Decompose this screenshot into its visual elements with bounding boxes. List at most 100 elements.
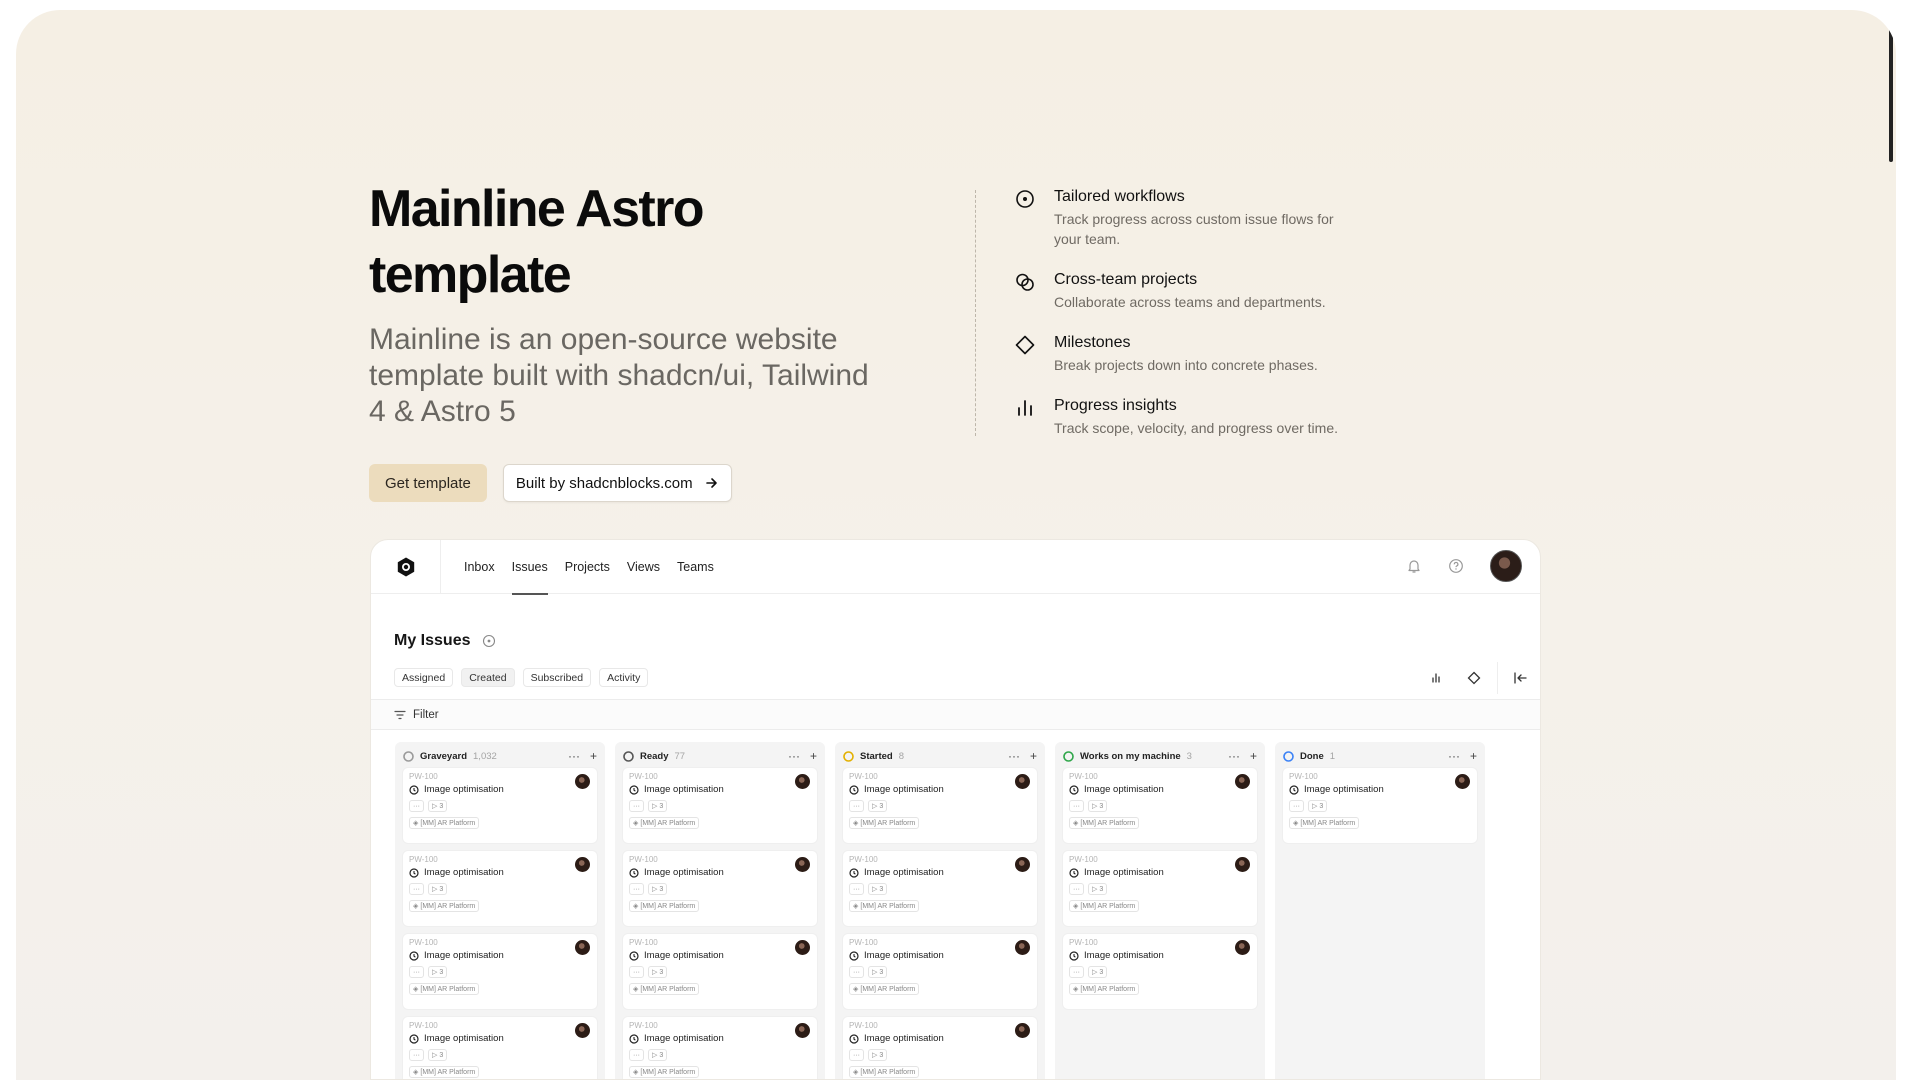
project-chip[interactable]: ◈ [MM] AR Platform xyxy=(629,817,700,829)
priority-chip[interactable]: ··· xyxy=(1069,800,1084,812)
priority-chip[interactable]: ··· xyxy=(409,883,424,895)
more-icon[interactable]: ··· xyxy=(1448,749,1460,763)
issue-card[interactable]: PW-100 Image optimisation ··· ▷ 3 ◈ [MM] AR Pl… xyxy=(623,934,817,1009)
issue-card[interactable]: PW-100 Image optimisation ··· ▷ 3 ◈ [MM] AR Pl… xyxy=(403,1017,597,1079)
subissue-chip[interactable]: ▷ 3 xyxy=(868,883,888,895)
insights-button[interactable] xyxy=(1417,672,1455,684)
subissue-chip[interactable]: ▷ 3 xyxy=(1088,966,1108,978)
project-chip[interactable]: ◈ [MM] AR Platform xyxy=(409,817,480,829)
more-icon[interactable]: ··· xyxy=(1228,749,1240,763)
subissue-chip[interactable]: ▷ 3 xyxy=(1088,883,1108,895)
tab-activity[interactable]: Activity xyxy=(599,668,649,687)
project-chip[interactable]: ◈ [MM] AR Platform xyxy=(1069,983,1140,995)
subissue-chip[interactable]: ▷ 3 xyxy=(648,800,668,812)
plus-icon[interactable]: + xyxy=(590,749,597,763)
assignee-avatar[interactable] xyxy=(795,940,810,955)
scrollbar-thumb[interactable] xyxy=(1889,10,1893,162)
project-chip[interactable]: ◈ [MM] AR Platform xyxy=(1069,900,1140,912)
issue-card[interactable]: PW-100 Image optimisation ··· ▷ 3 ◈ [MM] AR Pl… xyxy=(623,851,817,926)
project-chip[interactable]: ◈ [MM] AR Platform xyxy=(1069,817,1140,829)
assignee-avatar[interactable] xyxy=(795,774,810,789)
subissue-chip[interactable]: ▷ 3 xyxy=(868,1049,888,1061)
priority-chip[interactable]: ··· xyxy=(849,966,864,978)
assignee-avatar[interactable] xyxy=(575,857,590,872)
tab-assigned[interactable]: Assigned xyxy=(394,668,454,687)
filter-bar[interactable]: Filter xyxy=(371,699,1540,730)
more-icon[interactable]: ··· xyxy=(1008,749,1020,763)
assignee-avatar[interactable] xyxy=(575,940,590,955)
priority-chip[interactable]: ··· xyxy=(1069,883,1084,895)
issue-card[interactable]: PW-100 Image optimisation ··· ▷ 3 ◈ [MM] AR Pl… xyxy=(1063,934,1257,1009)
issue-card[interactable]: PW-100 Image optimisation ··· ▷ 3 ◈ [MM] AR Pl… xyxy=(843,768,1037,843)
project-chip[interactable]: ◈ [MM] AR Platform xyxy=(409,983,480,995)
issue-card[interactable]: PW-100 Image optimisation ··· ▷ 3 ◈ [MM] AR Pl… xyxy=(843,934,1037,1009)
issue-card[interactable]: PW-100 Image optimisation ··· ▷ 3 ◈ [MM] AR Pl… xyxy=(623,1017,817,1079)
subissue-chip[interactable]: ▷ 3 xyxy=(428,1049,448,1061)
info-circle-icon[interactable] xyxy=(482,634,496,648)
assignee-avatar[interactable] xyxy=(1235,857,1250,872)
project-chip[interactable]: ◈ [MM] AR Platform xyxy=(849,817,920,829)
collapse-panel-button[interactable] xyxy=(1502,672,1540,684)
priority-chip[interactable]: ··· xyxy=(849,1049,864,1061)
project-chip[interactable]: ◈ [MM] AR Platform xyxy=(1289,817,1360,829)
subissue-chip[interactable]: ▷ 3 xyxy=(648,1049,668,1061)
issue-card[interactable]: PW-100 Image optimisation ··· ▷ 3 ◈ [MM] AR Pl… xyxy=(1063,768,1257,843)
subissue-chip[interactable]: ▷ 3 xyxy=(1308,800,1328,812)
issue-card[interactable]: PW-100 Image optimisation ··· ▷ 3 ◈ [MM] AR Pl… xyxy=(403,768,597,843)
issue-card[interactable]: PW-100 Image optimisation ··· ▷ 3 ◈ [MM] AR Pl… xyxy=(403,934,597,1009)
project-chip[interactable]: ◈ [MM] AR Platform xyxy=(849,1066,920,1078)
assignee-avatar[interactable] xyxy=(1015,940,1030,955)
plus-icon[interactable]: + xyxy=(1470,749,1477,763)
project-chip[interactable]: ◈ [MM] AR Platform xyxy=(629,1066,700,1078)
assignee-avatar[interactable] xyxy=(1455,774,1470,789)
subissue-chip[interactable]: ▷ 3 xyxy=(428,800,448,812)
subissue-chip[interactable]: ▷ 3 xyxy=(868,800,888,812)
user-avatar[interactable] xyxy=(1490,550,1522,582)
project-chip[interactable]: ◈ [MM] AR Platform xyxy=(629,900,700,912)
subissue-chip[interactable]: ▷ 3 xyxy=(428,883,448,895)
tab-created[interactable]: Created xyxy=(461,668,515,687)
issue-card[interactable]: PW-100 Image optimisation ··· ▷ 3 ◈ [MM] AR Pl… xyxy=(1283,768,1477,843)
priority-chip[interactable]: ··· xyxy=(629,883,644,895)
nav-inbox[interactable]: Inbox xyxy=(464,540,495,594)
bell-icon[interactable] xyxy=(1406,558,1422,574)
more-icon[interactable]: ··· xyxy=(788,749,800,763)
assignee-avatar[interactable] xyxy=(1235,774,1250,789)
milestones-button[interactable] xyxy=(1455,671,1493,685)
assignee-avatar[interactable] xyxy=(795,857,810,872)
project-chip[interactable]: ◈ [MM] AR Platform xyxy=(849,983,920,995)
issue-card[interactable]: PW-100 Image optimisation ··· ▷ 3 ◈ [MM] AR Pl… xyxy=(843,851,1037,926)
nav-projects[interactable]: Projects xyxy=(565,540,610,594)
help-icon[interactable] xyxy=(1448,558,1464,574)
project-chip[interactable]: ◈ [MM] AR Platform xyxy=(409,1066,480,1078)
priority-chip[interactable]: ··· xyxy=(629,800,644,812)
subissue-chip[interactable]: ▷ 3 xyxy=(648,966,668,978)
priority-chip[interactable]: ··· xyxy=(1289,800,1304,812)
priority-chip[interactable]: ··· xyxy=(409,966,424,978)
more-icon[interactable]: ··· xyxy=(568,749,580,763)
nav-teams[interactable]: Teams xyxy=(677,540,714,594)
assignee-avatar[interactable] xyxy=(1235,940,1250,955)
plus-icon[interactable]: + xyxy=(1030,749,1037,763)
subissue-chip[interactable]: ▷ 3 xyxy=(1088,800,1108,812)
priority-chip[interactable]: ··· xyxy=(629,1049,644,1061)
priority-chip[interactable]: ··· xyxy=(849,883,864,895)
assignee-avatar[interactable] xyxy=(575,774,590,789)
subissue-chip[interactable]: ▷ 3 xyxy=(428,966,448,978)
tab-subscribed[interactable]: Subscribed xyxy=(522,668,592,687)
priority-chip[interactable]: ··· xyxy=(1069,966,1084,978)
issue-card[interactable]: PW-100 Image optimisation ··· ▷ 3 ◈ [MM] AR Pl… xyxy=(843,1017,1037,1079)
issue-card[interactable]: PW-100 Image optimisation ··· ▷ 3 ◈ [MM] AR Pl… xyxy=(403,851,597,926)
assignee-avatar[interactable] xyxy=(1015,774,1030,789)
priority-chip[interactable]: ··· xyxy=(629,966,644,978)
priority-chip[interactable]: ··· xyxy=(409,800,424,812)
project-chip[interactable]: ◈ [MM] AR Platform xyxy=(409,900,480,912)
plus-icon[interactable]: + xyxy=(810,749,817,763)
subissue-chip[interactable]: ▷ 3 xyxy=(648,883,668,895)
issue-card[interactable]: PW-100 Image optimisation ··· ▷ 3 ◈ [MM] AR Pl… xyxy=(623,768,817,843)
assignee-avatar[interactable] xyxy=(575,1023,590,1038)
built-by-button[interactable]: Built by shadcnblocks.com xyxy=(502,464,732,502)
assignee-avatar[interactable] xyxy=(1015,857,1030,872)
nav-views[interactable]: Views xyxy=(627,540,660,594)
assignee-avatar[interactable] xyxy=(1015,1023,1030,1038)
